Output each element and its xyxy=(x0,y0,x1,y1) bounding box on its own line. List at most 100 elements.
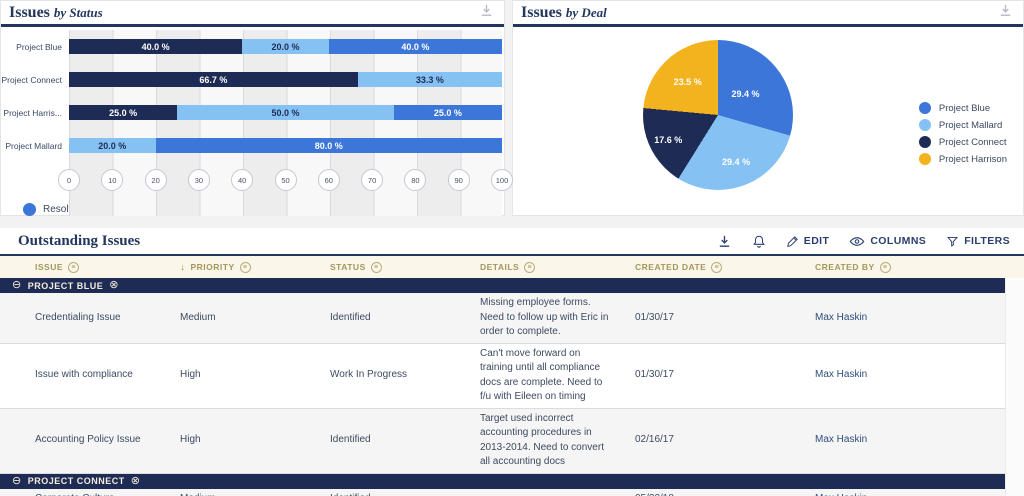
legend-label: Project Mallard xyxy=(939,120,1002,131)
table-row[interactable]: Accounting Policy IssueHighIdentifiedTar… xyxy=(0,409,1005,474)
x-axis-tick: 10 xyxy=(101,169,123,191)
legend-dot xyxy=(919,119,931,131)
priority-cell: Medium xyxy=(170,308,320,329)
dashboard-top-row: Issuesby Status Project Blue40.0 %20.0 %… xyxy=(0,0,1024,216)
legend-dot xyxy=(919,102,931,114)
group-row: ⊖PROJECT CONNECT⊗ xyxy=(0,474,1005,489)
x-axis-tick: 60 xyxy=(318,169,340,191)
filters-button[interactable]: FILTERS xyxy=(946,235,1010,248)
pencil-icon xyxy=(786,235,799,248)
bar-segment[interactable]: 25.0 % xyxy=(69,105,177,120)
bar-segment[interactable]: 20.0 % xyxy=(242,39,329,54)
column-menu-icon[interactable]: ≡ xyxy=(880,262,891,273)
status-cell: Identified xyxy=(320,430,470,451)
card-title-text: Issues xyxy=(9,4,50,21)
sort-desc-icon: ↓ xyxy=(180,262,186,273)
bar-segment[interactable]: 25.0 % xyxy=(394,105,502,120)
bar-segment[interactable]: 40.0 % xyxy=(329,39,502,54)
legend-item[interactable]: Project Harrison xyxy=(919,153,1007,165)
column-header-created-by[interactable]: CREATED BY ≡ xyxy=(805,262,1024,273)
table-row[interactable]: Issue with complianceHighWork In Progres… xyxy=(0,344,1005,409)
x-axis-tick: 0 xyxy=(58,169,80,191)
deal-pie-chart: 29.4 %29.4 %17.6 %23.5 % Project BluePro… xyxy=(513,27,1023,213)
pie-slice-label: 23.5 % xyxy=(674,77,702,87)
funnel-icon xyxy=(946,235,959,248)
chart-row-label: Project Connect xyxy=(1,75,69,85)
card-title-text: Issues xyxy=(521,4,562,21)
download-icon[interactable] xyxy=(998,3,1013,23)
group-name: PROJECT BLUE xyxy=(28,281,104,291)
deal-chart-legend: Project Blue Project Mallard Project Conne… xyxy=(919,102,1007,165)
bar-segment[interactable]: 50.0 % xyxy=(177,105,394,120)
status-cell: Identified xyxy=(320,489,470,496)
created-date-cell: 01/30/17 xyxy=(625,365,805,386)
group-row: ⊖ PROJECT BLUE ⊗ xyxy=(0,278,1005,293)
table-row[interactable]: Corporate CultureMediumIdentified05/22/1… xyxy=(0,489,1005,496)
details-cell: Target used incorrect accounting procedu… xyxy=(470,409,625,473)
scrollbar-track[interactable] xyxy=(1005,280,1024,496)
x-axis-tick: 100 xyxy=(491,169,513,191)
status-cell: Work In Progress xyxy=(320,365,470,386)
pie-slice-label: 29.4 % xyxy=(732,89,760,99)
bar-segment[interactable]: 33.3 % xyxy=(358,72,502,87)
bar-segment[interactable]: 20.0 % xyxy=(69,138,156,153)
bell-icon[interactable] xyxy=(752,234,766,249)
column-header-priority[interactable]: ↓ PRIORITY ≡ xyxy=(170,262,320,273)
download-icon[interactable] xyxy=(479,3,494,23)
remove-group-icon[interactable]: ⊗ xyxy=(131,476,141,487)
details-cell: Missing employee forms. Need to follow u… xyxy=(470,293,625,343)
column-header-created-date[interactable]: CREATED DATE ≡ xyxy=(625,262,805,273)
legend-label: Project Harrison xyxy=(939,154,1007,165)
created-by-cell: Max Haskin xyxy=(805,365,1005,386)
created-by-cell: Max Haskin xyxy=(805,308,1005,329)
bar-segment[interactable]: 80.0 % xyxy=(156,138,502,153)
x-axis-tick: 90 xyxy=(448,169,470,191)
collapse-group-icon[interactable]: ⊖ xyxy=(12,280,22,291)
collapse-group-icon[interactable]: ⊖ xyxy=(12,476,22,487)
legend-dot xyxy=(23,203,36,216)
issue-cell: Accounting Policy Issue xyxy=(0,430,170,451)
details-cell: Can't move forward on training until all… xyxy=(470,344,625,408)
chart-row: Project Mallard20.0 %80.0 % xyxy=(1,129,504,162)
table-row[interactable]: Credentialing IssueMediumIdentifiedMissi… xyxy=(0,293,1005,344)
columns-button[interactable]: COLUMNS xyxy=(849,235,926,248)
column-header-details[interactable]: DETAILS≡ xyxy=(470,262,625,273)
x-axis-tick: 40 xyxy=(231,169,253,191)
column-menu-icon[interactable]: ≡ xyxy=(240,262,251,273)
filters-label: FILTERS xyxy=(964,235,1010,247)
legend-item[interactable]: Project Connect xyxy=(919,136,1007,148)
stacked-bar: 40.0 %20.0 %40.0 % xyxy=(69,39,502,54)
card-subtitle-text: by Deal xyxy=(566,5,607,20)
column-menu-icon[interactable]: ≡ xyxy=(68,262,79,273)
table-column-header: ISSUE≡↓PRIORITY≡STATUS≡DETAILS≡CREATED D… xyxy=(0,256,1024,278)
column-header-status[interactable]: STATUS≡ xyxy=(320,262,470,273)
edit-button[interactable]: EDIT xyxy=(786,235,830,248)
legend-label: Project Connect xyxy=(939,137,1007,148)
pie-slice-label: 17.6 % xyxy=(654,135,682,145)
pie-graphic[interactable]: 29.4 %29.4 %17.6 %23.5 % xyxy=(643,40,793,190)
x-axis: 0102030405060708090100 xyxy=(69,167,502,197)
download-icon[interactable] xyxy=(717,234,732,249)
column-header-label: PRIORITY xyxy=(191,262,235,272)
outstanding-issues-section: Outstanding Issues EDIT COLUMNS FILTERS … xyxy=(0,228,1024,496)
column-header-label: CREATED DATE xyxy=(635,262,706,272)
column-header-issue[interactable]: ISSUE≡ xyxy=(0,262,170,273)
column-menu-icon[interactable]: ≡ xyxy=(524,262,535,273)
legend-dot xyxy=(919,153,931,165)
legend-item[interactable]: Project Blue xyxy=(919,102,1007,114)
bar-segment[interactable]: 66.7 % xyxy=(69,72,358,87)
remove-group-icon[interactable]: ⊗ xyxy=(109,280,119,291)
column-menu-icon[interactable]: ≡ xyxy=(371,262,382,273)
x-axis-tick: 50 xyxy=(275,169,297,191)
table-toolbar: EDIT COLUMNS FILTERS xyxy=(717,234,1010,249)
column-header-label: CREATED BY xyxy=(815,262,875,272)
priority-cell: High xyxy=(170,365,320,386)
stacked-bar: 25.0 %50.0 %25.0 % xyxy=(69,105,502,120)
created-date-cell: 02/16/17 xyxy=(625,430,805,451)
issue-cell: Corporate Culture xyxy=(0,489,170,496)
created-by-cell: Max Haskin xyxy=(805,430,1005,451)
bar-segment[interactable]: 40.0 % xyxy=(69,39,242,54)
legend-item[interactable]: Project Mallard xyxy=(919,119,1007,131)
column-menu-icon[interactable]: ≡ xyxy=(711,262,722,273)
created-date-cell: 01/30/17 xyxy=(625,308,805,329)
